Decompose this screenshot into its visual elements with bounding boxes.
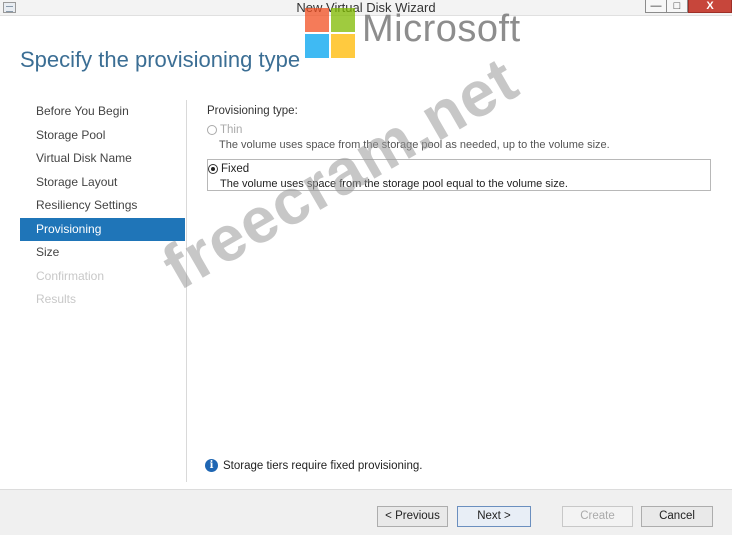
fixed-radio[interactable] (208, 163, 218, 174)
previous-button[interactable]: < Previous (377, 506, 448, 527)
maximize-button[interactable]: □ (666, 0, 688, 13)
microsoft-logo-watermark (305, 8, 355, 58)
step-resiliency-settings[interactable]: Resiliency Settings (20, 194, 185, 218)
info-note: i Storage tiers require fixed provisioni… (205, 459, 422, 472)
page-title: Specify the provisioning type (20, 47, 301, 72)
close-button[interactable]: X (688, 0, 732, 13)
step-virtual-disk-name[interactable]: Virtual Disk Name (20, 147, 185, 171)
step-storage-pool[interactable]: Storage Pool (20, 124, 185, 148)
step-confirmation: Confirmation (36, 268, 105, 283)
microsoft-watermark-text: Microsoft (362, 8, 521, 50)
thin-radio-label[interactable]: Thin (220, 124, 242, 136)
step-results: Results (36, 292, 77, 306)
info-note-text: Storage tiers require fixed provisioning… (223, 459, 423, 472)
thin-radio[interactable] (207, 124, 217, 135)
cancel-button[interactable]: Cancel (641, 506, 713, 527)
wizard-footer: < Previous Next > Create Cancel (0, 489, 732, 535)
step-before-you-begin[interactable]: Before You Begin (20, 100, 185, 124)
create-button: Create (562, 506, 633, 527)
minimize-button[interactable]: — (645, 0, 667, 13)
fixed-radio-label[interactable]: Fixed (221, 163, 249, 175)
next-button[interactable]: Next > (457, 506, 531, 527)
step-storage-layout[interactable]: Storage Layout (20, 171, 185, 195)
wizard-steps-nav: Before You Begin Storage Pool Virtual Di… (20, 100, 185, 312)
info-icon: i (205, 459, 218, 472)
